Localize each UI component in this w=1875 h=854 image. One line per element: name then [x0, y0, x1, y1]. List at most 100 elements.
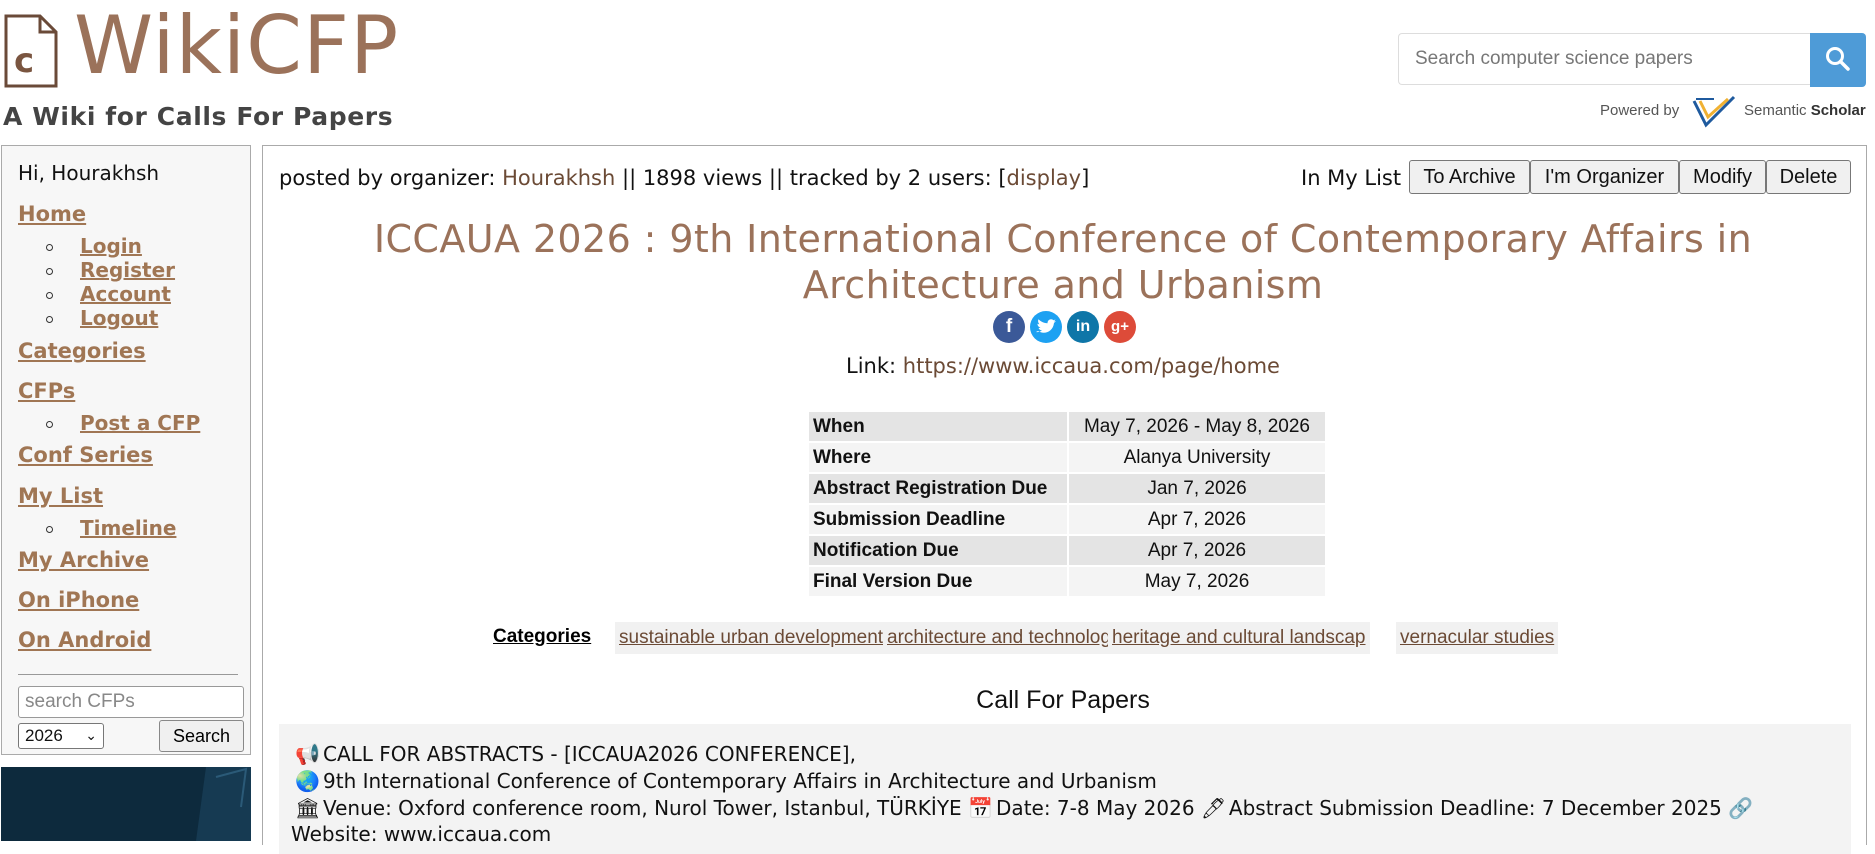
- cfp-line-text: CALL FOR ABSTRACTS - [ICCAUA2026 CONFERE…: [323, 742, 856, 766]
- nav-home[interactable]: Home: [18, 202, 86, 226]
- cfp-line: 🏛 Venue: Oxford conference room, Nurol To…: [295, 796, 1756, 820]
- pen-icon: 🖊: [1200, 796, 1227, 820]
- categories-label-link[interactable]: Categories: [493, 626, 591, 648]
- categories-row: Categories sustainable urban development…: [493, 622, 1653, 654]
- cfp-text-body: 📢 CALL FOR ABSTRACTS - [ICCAUA2026 CONFER…: [279, 724, 1851, 854]
- powered-by: Powered by Semantic Scholar: [1600, 95, 1870, 131]
- google-plus-icon[interactable]: g+: [1104, 311, 1136, 343]
- conference-website-link[interactable]: https://www.iccaua.com/page/home: [903, 354, 1280, 378]
- bullet-icon: [46, 526, 53, 533]
- tagline: A Wiki for Calls For Papers: [3, 102, 394, 131]
- table-key: Abstract Registration Due: [809, 474, 1067, 503]
- nav-account[interactable]: Account: [80, 282, 171, 306]
- cfp-line: 🌏 9th International Conference of Contemp…: [295, 769, 1157, 793]
- conference-title: ICCAUA 2026 : 9th International Conferen…: [373, 217, 1753, 307]
- table-key: Where: [809, 443, 1067, 472]
- to-archive-button[interactable]: To Archive: [1409, 160, 1530, 194]
- cfp-search-input[interactable]: [18, 686, 244, 718]
- globe-icon: 🌏: [295, 769, 320, 793]
- twitter-icon[interactable]: [1030, 311, 1062, 343]
- in-my-list-label: In My List: [1301, 166, 1402, 190]
- site-header: c WikiCFP A Wiki for Calls For Papers Po…: [0, 0, 1875, 140]
- twitter-bird-glyph: [1036, 319, 1056, 333]
- link-label: Link:: [846, 354, 903, 378]
- table-value: Alanya University: [1069, 443, 1325, 472]
- facebook-icon[interactable]: f: [993, 311, 1025, 343]
- cfp-line-text: 9th International Conference of Contempo…: [323, 769, 1157, 793]
- table-key: When: [809, 412, 1067, 441]
- bullet-icon: [46, 244, 53, 251]
- table-row: Notification Due Apr 7, 2026: [809, 536, 1325, 565]
- nav-register[interactable]: Register: [80, 258, 175, 282]
- building-icon: 🏛: [295, 796, 321, 820]
- nav-my-archive[interactable]: My Archive: [18, 548, 149, 572]
- cfp-search-button[interactable]: Search: [159, 720, 244, 752]
- nav-my-list[interactable]: My List: [18, 484, 103, 508]
- sidebar-banner-image[interactable]: [1, 767, 251, 841]
- delete-button[interactable]: Delete: [1766, 160, 1851, 194]
- table-row: Where Alanya University: [809, 443, 1325, 472]
- greeting: Hi, Hourakhsh: [18, 161, 160, 185]
- main-content: posted by organizer: Hourakhsh || 1898 v…: [262, 145, 1867, 854]
- cfp-website-text: Website: www.iccaua.com: [291, 822, 552, 846]
- table-value: Apr 7, 2026: [1069, 536, 1325, 565]
- cfp-venue-text: Venue: Oxford conference room, Nurol Tow…: [323, 796, 962, 820]
- category-tag[interactable]: vernacular studies: [1396, 622, 1559, 654]
- paper-search: [1398, 33, 1866, 87]
- posted-prefix: posted by organizer:: [279, 166, 503, 190]
- logo-text: WikiCFP: [74, 0, 400, 92]
- table-value: May 7, 2026 - May 8, 2026: [1069, 412, 1325, 441]
- document-icon: c: [4, 14, 58, 88]
- display-trackers-link[interactable]: display: [1007, 166, 1082, 190]
- year-select[interactable]: 2026 ⌄: [18, 723, 104, 749]
- nav-on-android[interactable]: On Android: [18, 628, 151, 652]
- semantic-scholar-logo-icon[interactable]: [1692, 95, 1736, 129]
- nav-on-iphone[interactable]: On iPhone: [18, 588, 139, 612]
- cfp-deadline-text: Abstract Submission Deadline: 7 December…: [1228, 796, 1722, 820]
- search-icon: [1826, 46, 1850, 71]
- cfp-line: 📢 CALL FOR ABSTRACTS - [ICCAUA2026 CONFER…: [295, 742, 856, 766]
- posted-info: posted by organizer: Hourakhsh || 1898 v…: [279, 166, 1089, 190]
- table-key: Notification Due: [809, 536, 1067, 565]
- table-row: Abstract Registration Due Jan 7, 2026: [809, 474, 1325, 503]
- paper-search-button[interactable]: [1810, 33, 1866, 87]
- nav-timeline[interactable]: Timeline: [80, 516, 176, 540]
- conference-link-row: Link: https://www.iccaua.com/page/home: [263, 354, 1863, 378]
- nav-login[interactable]: Login: [80, 234, 142, 258]
- megaphone-icon: 📢: [295, 742, 320, 766]
- banner-graphic: [196, 767, 251, 841]
- posted-stats: || 1898 views || tracked by 2 users: [: [615, 166, 1007, 190]
- semantic-scholar-name: Semantic Scholar: [1744, 102, 1866, 119]
- organizer-link[interactable]: Hourakhsh: [502, 166, 615, 190]
- wikicfp-logo[interactable]: c WikiCFP: [2, 6, 402, 92]
- table-key: Submission Deadline: [809, 505, 1067, 534]
- year-select-value: 2026: [25, 726, 63, 745]
- link-icon: 🔗: [1728, 796, 1754, 820]
- ss-name-part2: Scholar: [1810, 102, 1866, 119]
- bullet-icon: [46, 292, 53, 299]
- category-tag[interactable]: heritage and cultural landscap: [1108, 622, 1370, 654]
- svg-text:c: c: [14, 41, 34, 81]
- powered-by-label: Powered by: [1600, 102, 1680, 119]
- sidebar: Hi, Hourakhsh Home Login Register Accoun…: [1, 145, 251, 755]
- table-row: Final Version Due May 7, 2026: [809, 567, 1325, 596]
- category-tag[interactable]: architecture and technology: [883, 622, 1125, 654]
- nav-logout[interactable]: Logout: [80, 306, 158, 330]
- table-key: Final Version Due: [809, 567, 1067, 596]
- category-tag[interactable]: sustainable urban development: [615, 622, 888, 654]
- nav-cfps[interactable]: CFPs: [18, 379, 75, 403]
- nav-categories[interactable]: Categories: [18, 339, 146, 363]
- table-row: When May 7, 2026 - May 8, 2026: [809, 412, 1325, 441]
- table-row: Submission Deadline Apr 7, 2026: [809, 505, 1325, 534]
- paper-search-input[interactable]: [1398, 33, 1812, 85]
- im-organizer-button[interactable]: I'm Organizer: [1530, 160, 1679, 194]
- sidebar-divider: [18, 674, 238, 675]
- bullet-icon: [46, 421, 53, 428]
- ss-name-part1: Semantic: [1744, 102, 1807, 119]
- table-value: Apr 7, 2026: [1069, 505, 1325, 534]
- modify-button[interactable]: Modify: [1679, 160, 1766, 194]
- nav-conf-series[interactable]: Conf Series: [18, 443, 153, 467]
- cfp-date-text: Date: 7-8 May 2026: [996, 796, 1195, 820]
- linkedin-icon[interactable]: in: [1067, 311, 1099, 343]
- nav-post-cfp[interactable]: Post a CFP: [80, 411, 200, 435]
